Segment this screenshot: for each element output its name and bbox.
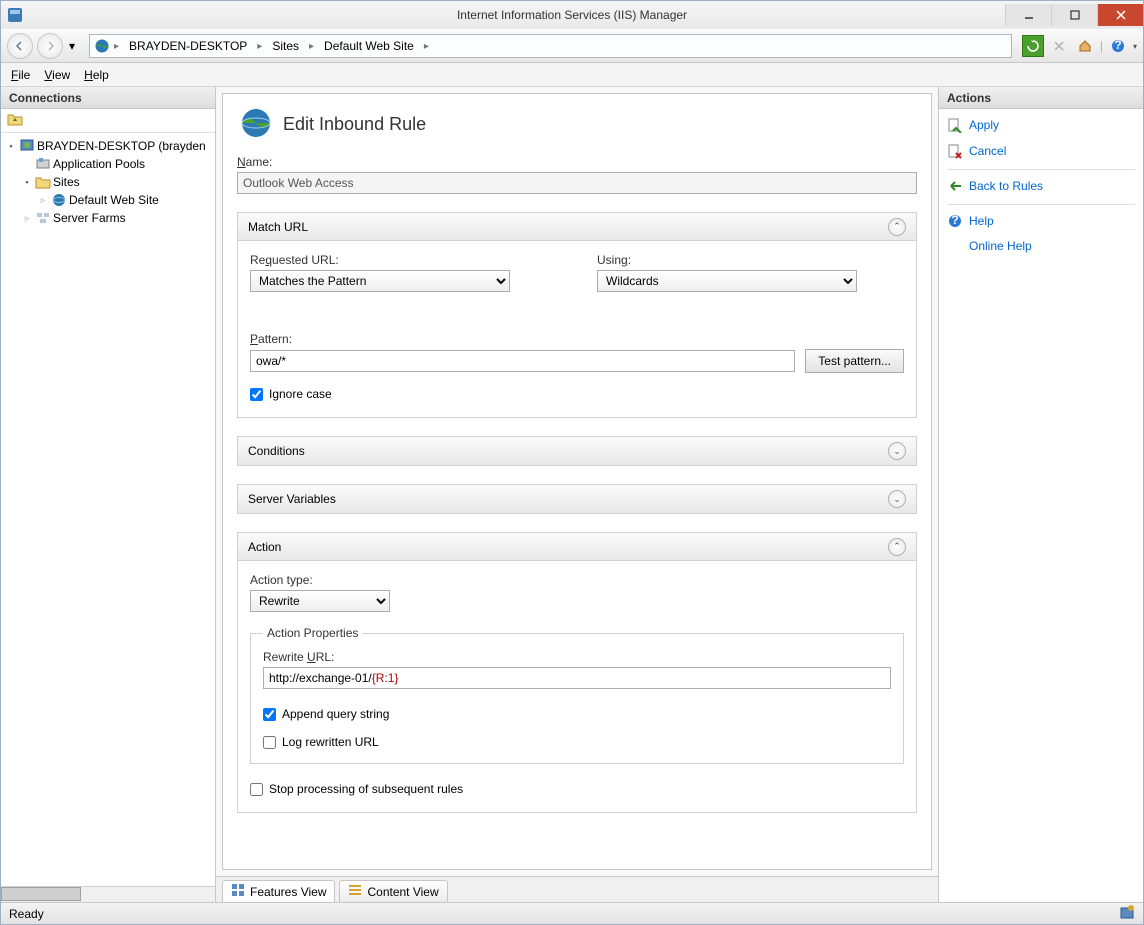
ignore-case-checkbox[interactable]: Ignore case [250, 387, 904, 401]
action-section: Action ⌃ Action type: Rewrite Action Pro… [237, 532, 917, 813]
window-title: Internet Information Services (IIS) Mana… [1, 8, 1143, 22]
name-label: Name: [237, 155, 917, 169]
pattern-input[interactable] [250, 350, 795, 372]
tree-app-pools[interactable]: Application Pools [1, 155, 215, 173]
address-bar[interactable]: ▸ BRAYDEN-DESKTOP ▸ Sites ▸ Default Web … [89, 34, 1012, 58]
features-view-tab[interactable]: Features View [222, 880, 335, 902]
chevron-right-icon: ▸ [424, 41, 429, 52]
connections-tree[interactable]: ▪BRAYDEN-DESKTOP (brayden Application Po… [1, 133, 215, 886]
requested-url-label: Requested URL: [250, 253, 557, 267]
action-type-select[interactable]: Rewrite [250, 590, 390, 612]
tree-default-site[interactable]: ▹Default Web Site [1, 191, 215, 209]
content-icon [348, 883, 362, 900]
nav-forward-button[interactable] [37, 33, 63, 59]
refresh-button[interactable] [1022, 35, 1044, 57]
menu-view[interactable]: View [44, 68, 70, 82]
action-properties-fieldset: Action Properties Rewrite URL: http://ex… [250, 626, 904, 764]
menubar: File View Help [1, 63, 1143, 87]
pattern-label: Pattern: [250, 332, 904, 346]
chevron-right-icon: ▸ [257, 41, 262, 52]
action-type-label: Action type: [250, 573, 904, 587]
rewrite-url-input[interactable]: http://exchange-01/{R:1} [263, 667, 891, 689]
nav-history-dropdown[interactable]: ▾ [65, 39, 79, 53]
match-url-section: Match URL ⌃ Requested URL: Matches the P… [237, 212, 917, 418]
app-pools-icon [35, 156, 51, 172]
chevron-right-icon: ▸ [309, 41, 314, 52]
log-rewritten-checkbox[interactable]: Log rewritten URL [263, 735, 891, 749]
action-cancel[interactable]: Cancel [947, 141, 1135, 161]
connections-panel: Connections ▪BRAYDEN-DESKTOP (brayden Ap… [1, 87, 216, 902]
connections-toolbar [1, 109, 215, 133]
conditions-section: Conditions ⌄ [237, 436, 917, 466]
tree-sites[interactable]: ▪Sites [1, 173, 215, 191]
breadcrumb-host[interactable]: BRAYDEN-DESKTOP [123, 37, 253, 55]
tree-host[interactable]: ▪BRAYDEN-DESKTOP (brayden [1, 137, 215, 155]
apply-icon [947, 117, 963, 133]
minimize-button[interactable] [1005, 4, 1051, 26]
action-header[interactable]: Action ⌃ [238, 533, 916, 561]
nav-back-button[interactable] [7, 33, 33, 59]
breadcrumb-site[interactable]: Default Web Site [318, 37, 420, 55]
features-icon [231, 883, 245, 900]
content-view-tab[interactable]: Content View [339, 880, 447, 902]
collapse-up-icon[interactable]: ⌃ [888, 218, 906, 236]
folder-up-icon[interactable] [7, 111, 23, 130]
action-properties-legend: Action Properties [263, 626, 362, 640]
action-back-to-rules[interactable]: Back to Rules [947, 169, 1135, 196]
menu-file[interactable]: File [11, 68, 30, 82]
home-button[interactable] [1074, 35, 1096, 57]
using-label: Using: [597, 253, 904, 267]
content-area: Edit Inbound Rule Name: Match URL ⌃ Requ… [222, 93, 932, 870]
action-help[interactable]: ? Help [947, 204, 1135, 231]
conditions-header[interactable]: Conditions ⌄ [238, 437, 916, 465]
actions-header: Actions [939, 87, 1143, 109]
sites-folder-icon [35, 174, 51, 190]
name-input[interactable] [237, 172, 917, 194]
cancel-icon [947, 143, 963, 159]
actions-panel: Actions Apply Cancel Back to Rules ? Hel… [938, 87, 1143, 902]
expand-down-icon[interactable]: ⌄ [888, 442, 906, 460]
action-apply[interactable]: Apply [947, 115, 1135, 135]
tree-horizontal-scrollbar[interactable] [1, 886, 215, 902]
server-variables-section: Server Variables ⌄ [237, 484, 917, 514]
tree-server-farms[interactable]: ▹Server Farms [1, 209, 215, 227]
expand-down-icon[interactable]: ⌄ [888, 490, 906, 508]
titlebar: Internet Information Services (IIS) Mana… [1, 1, 1143, 29]
using-select[interactable]: Wildcards [597, 270, 857, 292]
back-arrow-icon [947, 178, 963, 194]
app-icon [7, 7, 23, 23]
globe-icon [94, 38, 110, 54]
bottom-tabs: Features View Content View [216, 876, 938, 902]
action-online-help[interactable]: Online Help [947, 237, 1135, 255]
test-pattern-button[interactable]: Test pattern... [805, 349, 904, 373]
status-text: Ready [9, 907, 44, 921]
connections-header: Connections [1, 87, 215, 109]
globe-icon [51, 192, 67, 208]
status-config-icon[interactable] [1119, 904, 1135, 923]
requested-url-select[interactable]: Matches the Pattern [250, 270, 510, 292]
stop-button[interactable] [1048, 35, 1070, 57]
page-title-icon [239, 106, 273, 143]
server-farms-icon [35, 210, 51, 226]
page-title: Edit Inbound Rule [283, 114, 426, 135]
append-query-checkbox[interactable]: Append query string [263, 707, 891, 721]
nav-toolbar: ▾ ▸ BRAYDEN-DESKTOP ▸ Sites ▸ Default We… [1, 29, 1143, 63]
chevron-right-icon: ▸ [114, 41, 119, 52]
menu-help[interactable]: Help [84, 68, 109, 82]
svg-text:?: ? [951, 213, 958, 227]
server-icon [19, 138, 35, 154]
svg-text:?: ? [1114, 39, 1121, 52]
help-icon: ? [947, 213, 963, 229]
maximize-button[interactable] [1051, 4, 1097, 26]
statusbar: Ready [1, 902, 1143, 924]
rewrite-url-label: Rewrite URL: [263, 650, 891, 664]
server-variables-header[interactable]: Server Variables ⌄ [238, 485, 916, 513]
match-url-header[interactable]: Match URL ⌃ [238, 213, 916, 241]
breadcrumb-sites[interactable]: Sites [266, 37, 305, 55]
close-button[interactable] [1097, 4, 1143, 26]
help-button[interactable]: ? [1107, 35, 1129, 57]
stop-processing-checkbox[interactable]: Stop processing of subsequent rules [250, 782, 904, 796]
collapse-up-icon[interactable]: ⌃ [888, 538, 906, 556]
